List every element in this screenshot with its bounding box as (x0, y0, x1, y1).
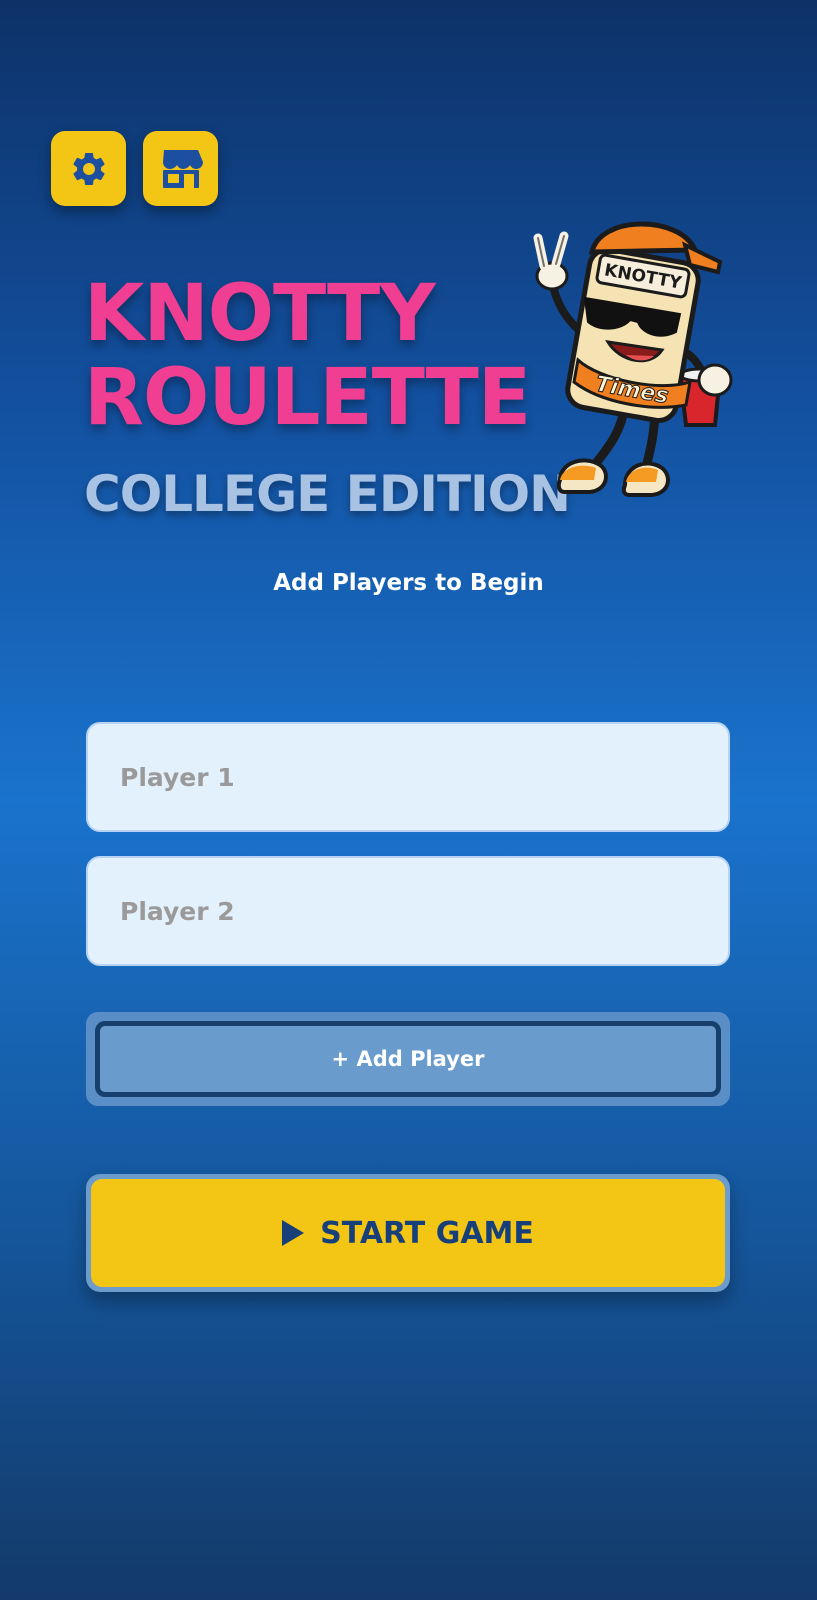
player-1-input[interactable] (86, 722, 730, 832)
start-game-button[interactable]: START GAME (91, 1179, 725, 1287)
store-icon (162, 149, 203, 188)
player-2-input[interactable] (86, 856, 730, 966)
start-game-frame: START GAME (86, 1174, 730, 1292)
add-players-prompt: Add Players to Begin (273, 570, 544, 596)
mascot-illustration: KNOTTY Times (533, 221, 733, 497)
start-game-label: START GAME (320, 1215, 534, 1251)
shop-button[interactable] (143, 131, 218, 206)
add-player-button[interactable]: + Add Player (95, 1021, 721, 1097)
game-title: KNOTTY ROULETTE (84, 269, 531, 443)
title-line-1: KNOTTY (84, 269, 436, 359)
play-icon (282, 1220, 305, 1246)
edition-subtitle: COLLEGE EDITION (84, 465, 571, 523)
settings-button[interactable] (51, 131, 126, 206)
title-line-2: ROULETTE (84, 353, 531, 443)
gear-icon (72, 152, 105, 185)
add-player-frame: + Add Player (86, 1012, 730, 1106)
top-toolbar (51, 131, 218, 206)
